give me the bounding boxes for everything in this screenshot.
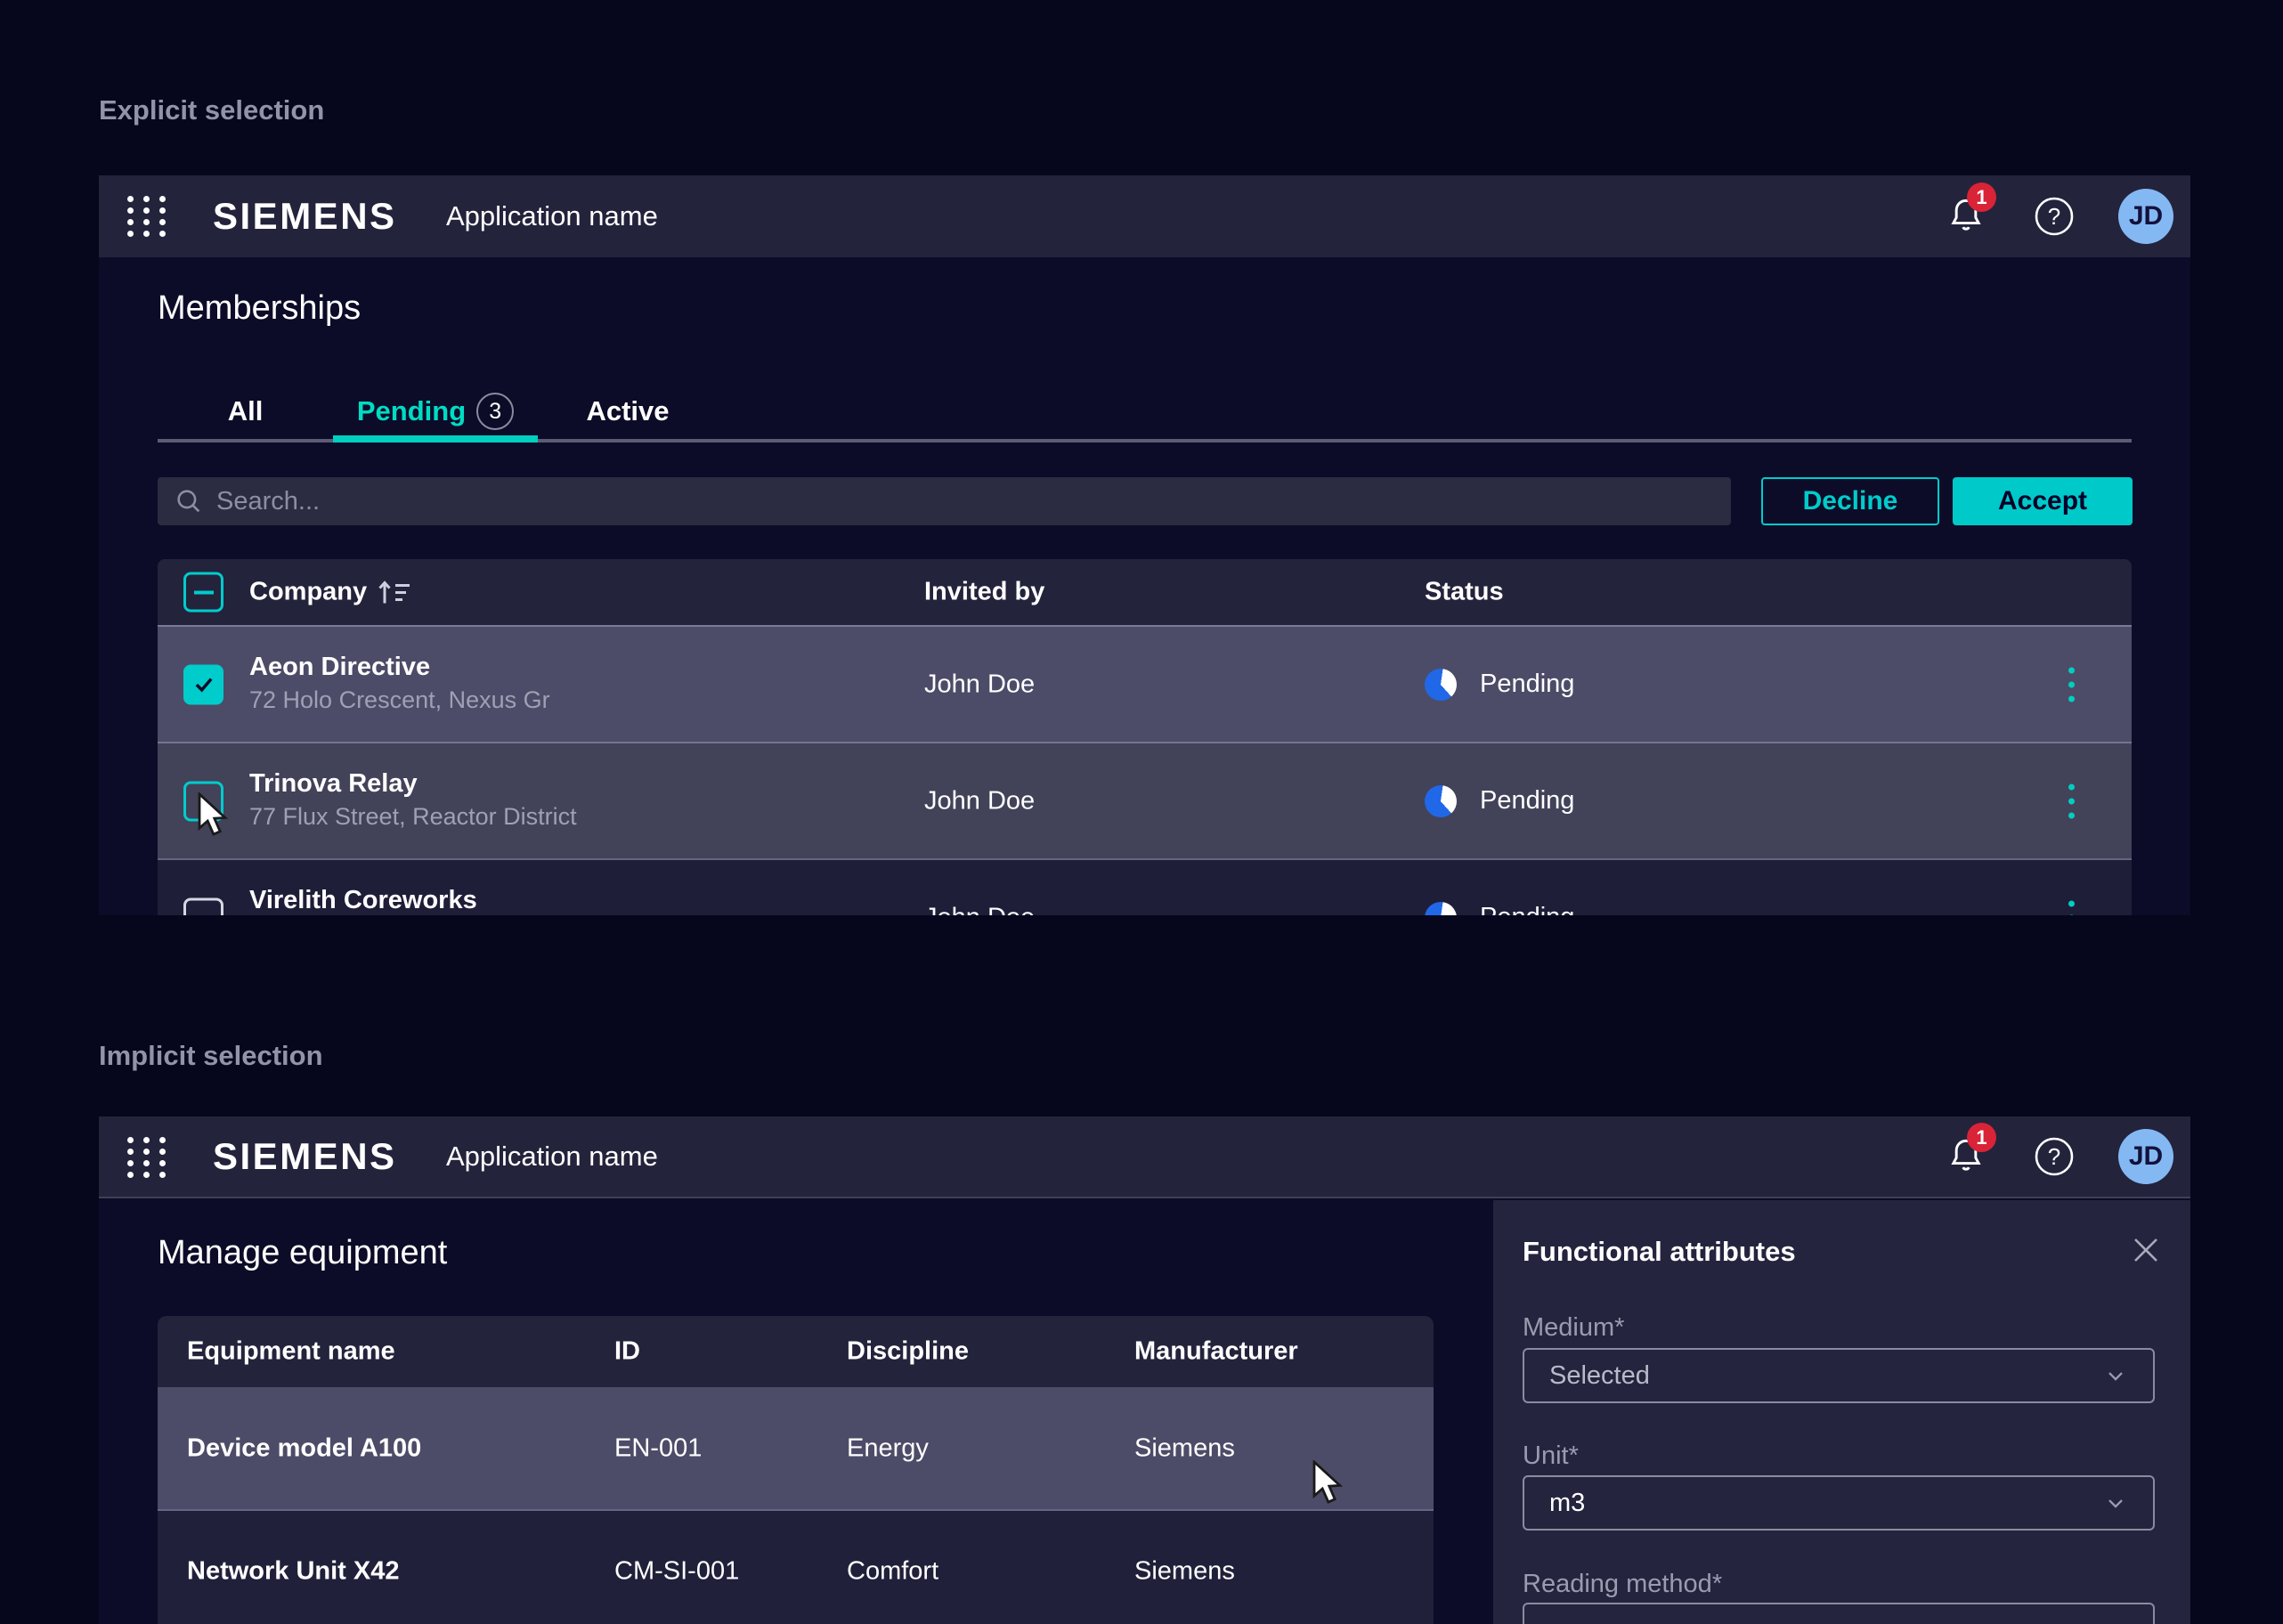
stage: Explicit selection SIEMENS Application n… [0,0,2283,1624]
invited-by-cell: John Doe [924,786,1035,816]
close-icon [2128,1232,2164,1268]
equipment-table: Equipment name ID Discipline Manufacture… [158,1316,1434,1624]
id-cell: EN-001 [614,1433,702,1463]
tab-pending[interactable]: Pending 3 [333,380,538,443]
mouse-cursor [196,792,237,839]
invited-by-cell: John Doe [924,670,1035,699]
table-header-row: Equipment name ID Discipline Manufacture… [158,1316,1434,1387]
check-icon [191,672,216,697]
company-cell: Virelith Coreworks [249,883,477,915]
siemens-logo: SIEMENS [213,1135,397,1178]
pending-status-icon [1425,669,1457,701]
reading-method-select[interactable] [1523,1603,2155,1624]
discipline-cell: Energy [847,1433,929,1463]
field-label-unit: Unit* [1523,1441,1579,1471]
table-row[interactable]: Virelith Coreworks John Doe Pending [158,858,2132,915]
chevron-down-icon [2103,1363,2128,1388]
notification-badge: 1 [1967,1123,1996,1152]
field-label-medium: Medium* [1523,1313,1624,1343]
mouse-cursor [1311,1460,1352,1506]
section-label-implicit: Implicit selection [99,1040,323,1072]
help-icon: ? [2033,1135,2076,1178]
manufacturer-cell: Siemens [1134,1433,1235,1463]
help-icon: ? [2033,195,2076,238]
app-window-implicit: SIEMENS Application name 1 ? JD Manage e… [99,1116,2190,1624]
accept-button[interactable]: Accept [1953,477,2133,525]
column-header-discipline: Discipline [847,1337,969,1367]
tab-pending-count-badge: 3 [476,393,514,430]
status-cell: Pending [1425,669,1574,701]
manufacturer-cell: Siemens [1134,1556,1235,1586]
search-input[interactable] [216,487,1641,516]
app-header: SIEMENS Application name 1 ? JD [99,1116,2190,1198]
column-header-invited-by: Invited by [924,578,1044,607]
notifications-button[interactable]: 1 [1944,1132,1990,1181]
row-menu-button[interactable] [2063,662,2080,707]
company-cell: Trinova Relay 77 Flux Street, Reactor Di… [249,767,577,832]
table-row[interactable]: Network Unit X42 CM-SI-001 Comfort Sieme… [158,1509,1434,1624]
discipline-cell: Comfort [847,1556,938,1586]
help-button[interactable]: ? [2033,195,2076,238]
notification-badge: 1 [1967,183,1996,212]
functional-attributes-panel: Functional attributes Medium* Selected U… [1493,1200,2190,1624]
column-header-equipment-name: Equipment name [187,1337,395,1367]
svg-text:?: ? [2048,1143,2060,1170]
invited-by-cell: John Doe [924,903,1035,915]
medium-select[interactable]: Selected [1523,1348,2155,1403]
table-row[interactable]: Trinova Relay 77 Flux Street, Reactor Di… [158,742,2132,858]
row-menu-button[interactable] [2063,895,2080,915]
row-checkbox[interactable] [183,897,223,915]
column-header-status: Status [1425,578,1504,607]
application-name: Application name [446,1141,658,1173]
select-all-checkbox[interactable] [183,572,223,613]
row-menu-button[interactable] [2063,778,2080,824]
app-launcher-icon[interactable] [127,196,167,237]
pending-status-icon [1425,785,1457,817]
page-title-memberships: Memberships [158,289,361,328]
table-row[interactable]: Aeon Directive 72 Holo Crescent, Nexus G… [158,625,2132,742]
app-window-explicit: SIEMENS Application name 1 ? JD Membersh… [99,175,2190,915]
table-header-row: Company Invited by Status [158,559,2132,625]
tab-all[interactable]: All [158,380,333,443]
page-title-manage-equipment: Manage equipment [158,1234,447,1272]
tab-bar: All Pending 3 Active [158,380,2132,443]
help-button[interactable]: ? [2033,1135,2076,1178]
application-name: Application name [446,200,658,232]
user-avatar[interactable]: JD [2118,189,2173,244]
sort-ascending-icon [378,578,411,606]
svg-text:?: ? [2048,203,2060,230]
status-cell: Pending [1425,902,1574,916]
search-bar [158,477,1731,525]
section-label-explicit: Explicit selection [99,94,324,126]
app-launcher-icon[interactable] [127,1137,167,1178]
table-row[interactable]: Device model A100 EN-001 Energy Siemens [158,1387,1434,1509]
pending-status-icon [1425,902,1457,916]
tab-active[interactable]: Active [538,380,718,443]
memberships-table: Company Invited by Status [158,559,2132,915]
search-icon [174,486,204,516]
column-header-manufacturer: Manufacturer [1134,1337,1298,1367]
field-label-reading-method: Reading method* [1523,1570,1722,1599]
decline-button[interactable]: Decline [1761,477,1939,525]
panel-title: Functional attributes [1523,1236,1796,1268]
row-checkbox-checked[interactable] [183,664,223,704]
status-cell: Pending [1425,785,1574,817]
user-avatar[interactable]: JD [2118,1129,2173,1184]
column-header-id: ID [614,1337,640,1367]
siemens-logo: SIEMENS [213,195,397,238]
app-header: SIEMENS Application name 1 ? JD [99,175,2190,257]
equipment-name-cell: Device model A100 [187,1433,421,1463]
unit-select[interactable]: m3 [1523,1475,2155,1531]
chevron-down-icon [2103,1490,2128,1515]
column-header-company[interactable]: Company [249,578,411,607]
company-cell: Aeon Directive 72 Holo Crescent, Nexus G… [249,650,550,716]
notifications-button[interactable]: 1 [1944,191,1990,241]
equipment-name-cell: Network Unit X42 [187,1556,400,1586]
id-cell: CM-SI-001 [614,1556,739,1586]
close-button[interactable] [2128,1232,2164,1268]
